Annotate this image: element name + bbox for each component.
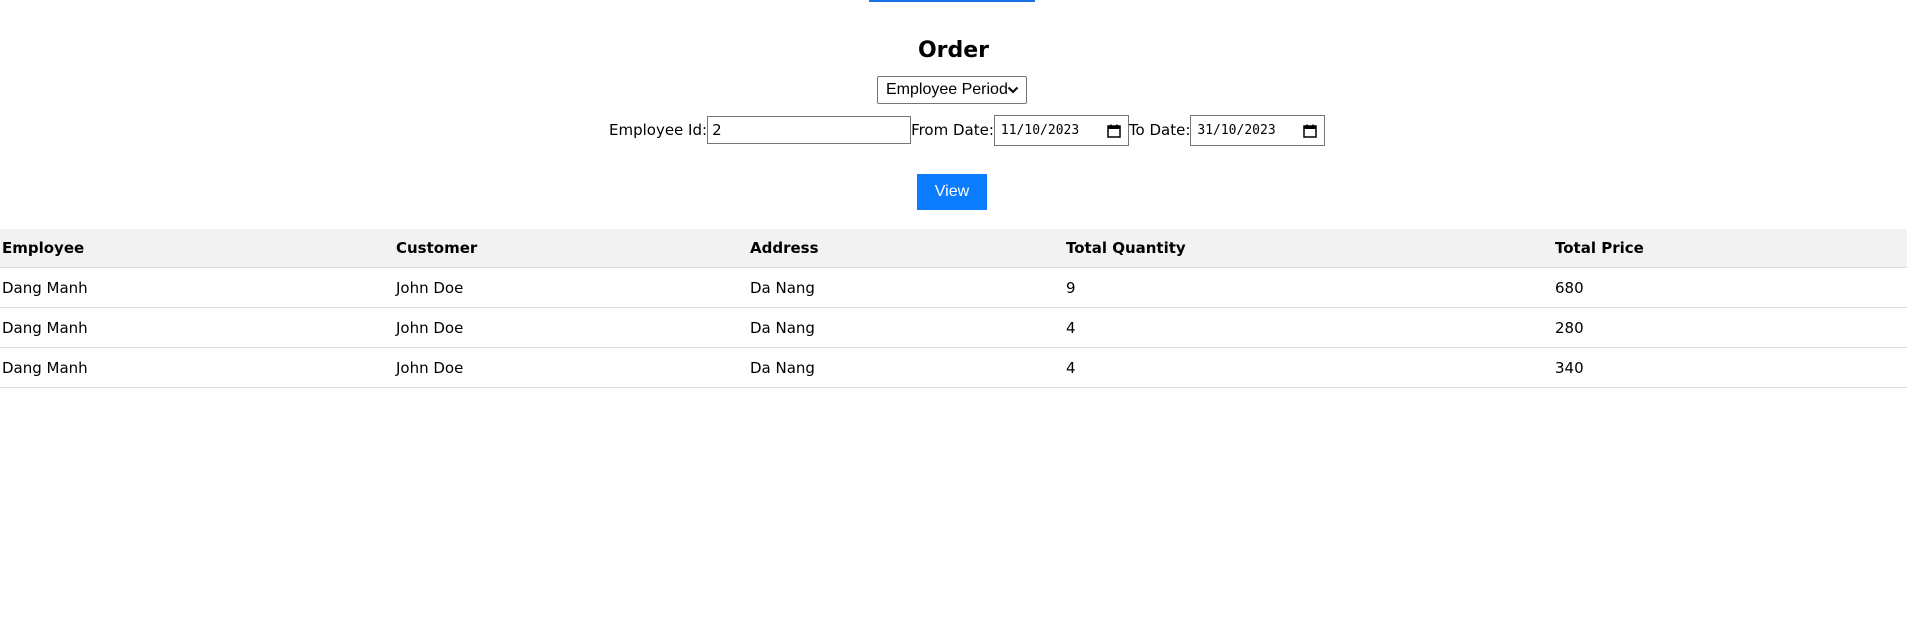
header-address: Address <box>748 229 1064 268</box>
cell-employee: Dang Manh <box>0 307 394 348</box>
to-date-label: To Date: <box>1128 121 1191 139</box>
view-button[interactable]: View <box>917 174 987 210</box>
cell-address: Da Nang <box>748 267 1064 308</box>
cell-total-price: 340 <box>1553 347 1907 388</box>
cell-total-quantity: 4 <box>1064 347 1553 388</box>
table-row: Dang Manh John Doe Da Nang 4 340 <box>0 347 1907 388</box>
chevron-down-icon <box>1007 86 1019 94</box>
cell-address: Da Nang <box>748 347 1064 388</box>
page-title: Order <box>917 38 990 63</box>
cell-customer: John Doe <box>394 347 748 388</box>
cell-total-price: 280 <box>1553 307 1907 348</box>
top-accent-bar <box>869 0 1035 2</box>
cell-employee: Dang Manh <box>0 347 394 388</box>
from-date-value: 11/10/2023 <box>1000 122 1080 138</box>
report-type-select[interactable]: Employee Period <box>877 76 1027 104</box>
table-header-row: Employee Customer Address Total Quantity… <box>0 229 1907 268</box>
filter-row: Employee Id: 2 From Date: 11/10/2023 To … <box>609 114 1326 146</box>
to-date-value: 31/10/2023 <box>1197 122 1276 138</box>
header-customer: Customer <box>394 229 748 268</box>
cell-total-price: 680 <box>1553 267 1907 308</box>
cell-customer: John Doe <box>394 267 748 308</box>
to-date-input[interactable]: 31/10/2023 <box>1190 114 1326 146</box>
cell-total-quantity: 4 <box>1064 307 1553 348</box>
cell-employee: Dang Manh <box>0 267 394 308</box>
header-total-price: Total Price <box>1553 229 1907 268</box>
employee-id-label: Employee Id: <box>609 121 708 139</box>
page: Order Employee Period Employee Id: 2 Fro… <box>0 0 1907 625</box>
employee-id-input[interactable]: 2 <box>707 116 912 144</box>
from-date-input[interactable]: 11/10/2023 <box>993 114 1129 146</box>
table-row: Dang Manh John Doe Da Nang 4 280 <box>0 307 1907 348</box>
cell-address: Da Nang <box>748 307 1064 348</box>
calendar-icon[interactable] <box>1107 124 1121 138</box>
orders-table: Employee Customer Address Total Quantity… <box>0 229 1907 388</box>
cell-total-quantity: 9 <box>1064 267 1553 308</box>
header-total-quantity: Total Quantity <box>1064 229 1553 268</box>
cell-customer: John Doe <box>394 307 748 348</box>
from-date-label: From Date: <box>911 121 994 139</box>
table-row: Dang Manh John Doe Da Nang 9 680 <box>0 267 1907 308</box>
report-type-selected: Employee Period <box>886 81 1008 98</box>
employee-id-value: 2 <box>712 121 722 139</box>
calendar-icon[interactable] <box>1303 124 1318 138</box>
header-employee: Employee <box>0 229 394 268</box>
